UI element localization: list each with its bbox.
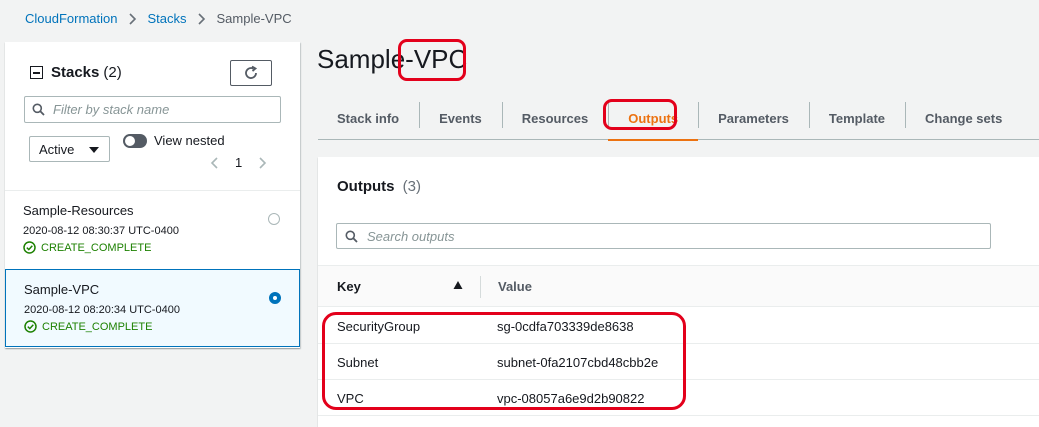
output-value: vpc-08057a6e9d2b90822 [497,391,645,406]
status-filter-value: Active [39,141,75,157]
tab-events[interactable]: Events [419,96,502,140]
column-header-value[interactable]: Value [498,279,532,294]
output-key: Subnet [337,355,379,370]
pagination: 1 [210,155,267,170]
stacks-panel-title: Stacks [51,64,100,81]
stack-status-label: CREATE_COMPLETE [42,320,153,333]
caret-down-icon [89,147,99,153]
stack-radio-selected[interactable] [269,292,281,304]
view-nested-toggle[interactable] [123,134,147,148]
stack-date: 2020-08-12 08:30:37 UTC-0400 [23,225,179,237]
breadcrumb-stacks[interactable]: Stacks [148,11,187,26]
output-value: sg-0cdfa703339de8638 [497,319,634,334]
stack-item-sample-vpc[interactable]: Sample-VPC 2020-08-12 08:20:34 UTC-0400 … [5,269,300,347]
table-row: SecurityGroup sg-0cdfa703339de8638 [318,308,1039,344]
stack-filter-input[interactable] [53,102,273,117]
outputs-count: (3) [402,178,422,195]
stacks-panel: Stacks (2) Active View nested 1 Sample-R… [5,42,300,348]
outputs-header: Outputs (3) [337,178,421,195]
tab-change-sets[interactable]: Change sets [905,96,1022,140]
stack-filter-field[interactable] [24,96,281,123]
page-number[interactable]: 1 [235,155,242,170]
search-icon [32,103,45,116]
tab-stack-info[interactable]: Stack info [318,96,419,140]
stack-status: CREATE_COMPLETE [24,320,152,333]
stack-status-label: CREATE_COMPLETE [41,241,152,254]
tab-parameters[interactable]: Parameters [698,96,809,140]
stack-name: Sample-VPC [24,282,100,297]
stack-radio[interactable] [268,213,280,225]
tab-template[interactable]: Template [808,96,905,140]
check-circle-icon [23,241,36,254]
breadcrumb: CloudFormation Stacks Sample-VPC [25,11,292,26]
stack-date: 2020-08-12 08:20:34 UTC-0400 [24,304,180,316]
column-header-key[interactable]: Key [337,279,361,294]
chevron-left-icon[interactable] [210,156,218,169]
output-value: subnet-0fa2107cbd48cbb2e [497,355,659,370]
chevron-right-icon [128,12,137,25]
output-key: VPC [337,391,364,406]
stacks-count: (2) [103,64,122,81]
tab-outputs[interactable]: Outputs [608,96,698,141]
tab-resources[interactable]: Resources [501,96,608,140]
search-outputs-input[interactable] [367,228,967,244]
tab-bar: Stack info Events Resources Outputs Para… [318,96,1039,141]
table-row: VPC vpc-08057a6e9d2b90822 [318,380,1039,416]
outputs-title: Outputs [337,178,395,195]
sort-ascending-icon[interactable] [453,280,463,290]
collapse-icon[interactable] [30,66,43,79]
breadcrumb-cloudformation[interactable]: CloudFormation [25,11,118,26]
check-circle-icon [24,320,37,333]
stack-name: Sample-Resources [23,203,134,218]
stacks-panel-header: Stacks (2) [30,64,122,81]
breadcrumb-current: Sample-VPC [216,11,292,26]
table-row: Subnet subnet-0fa2107cbd48cbb2e [318,344,1039,380]
stack-item-sample-resources[interactable]: Sample-Resources 2020-08-12 08:30:37 UTC… [5,190,300,268]
status-filter-select[interactable]: Active [29,136,110,162]
outputs-panel: Outputs (3) Key Value SecurityGroup sg-0… [318,157,1039,427]
output-key: SecurityGroup [337,319,421,334]
column-divider [480,276,481,298]
refresh-button[interactable] [230,60,272,86]
stack-status: CREATE_COMPLETE [23,241,151,254]
outputs-table-header: Key Value [318,265,1039,307]
view-nested-label: View nested [154,133,225,148]
chevron-right-icon[interactable] [259,156,267,169]
page-title: Sample-VPC [317,44,468,74]
search-icon [345,230,358,243]
search-outputs-field[interactable] [336,223,991,249]
refresh-icon [245,65,258,79]
chevron-right-icon [197,12,206,25]
